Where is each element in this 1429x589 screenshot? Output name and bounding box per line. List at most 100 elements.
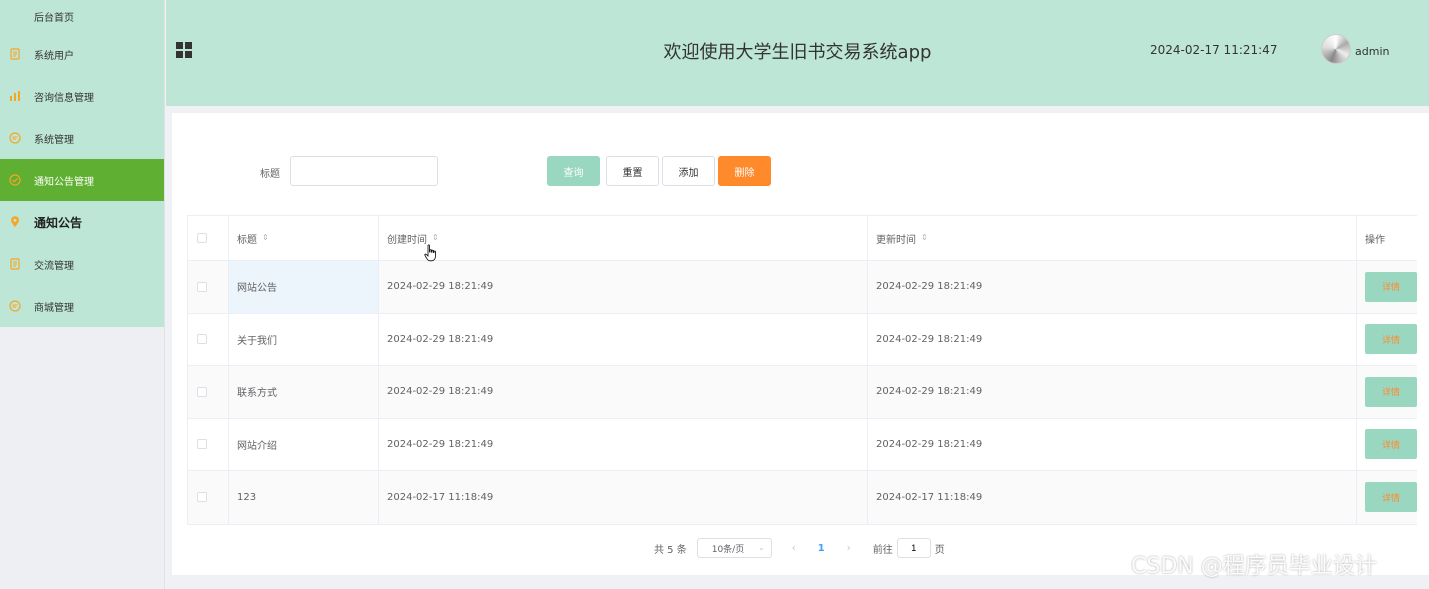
sidebar-item-notice-manage[interactable]: 通知公告管理 bbox=[0, 159, 164, 201]
page-number[interactable]: 1 bbox=[818, 543, 825, 554]
delete-button[interactable]: 删除 bbox=[718, 156, 771, 186]
row-checkbox[interactable] bbox=[197, 281, 207, 292]
table-row: 网站介绍 2024-02-29 18:21:49 2024-02-29 18:2… bbox=[188, 418, 1418, 471]
page-size-value: 10条/页 bbox=[711, 544, 745, 555]
row-operation: 详情 bbox=[1357, 366, 1418, 418]
column-header-label: 更新时间 bbox=[876, 234, 916, 246]
sidebar-item-mall-manage[interactable]: 商城管理 bbox=[0, 285, 164, 327]
row-operation: 详情 bbox=[1357, 419, 1418, 471]
row-updated: 2024-02-29 18:21:49 bbox=[868, 418, 1357, 470]
sidebar-item-label: 交流管理 bbox=[34, 260, 74, 272]
sidebar-item-label: 系统管理 bbox=[34, 134, 74, 146]
detail-button[interactable]: 详情 bbox=[1365, 429, 1417, 460]
detail-button[interactable]: 详情 bbox=[1365, 271, 1417, 302]
sidebar-item-notice[interactable]: 通知公告 bbox=[0, 201, 164, 243]
select-all-checkbox[interactable] bbox=[197, 233, 207, 243]
page-title-text: 欢迎使用大学生旧书交易系统app bbox=[663, 42, 932, 63]
header-checkbox-cell bbox=[188, 216, 229, 260]
row-operation: 详情 bbox=[1357, 314, 1418, 366]
row-checkbox-cell bbox=[188, 418, 229, 470]
row-title: 网站介绍 bbox=[229, 418, 379, 470]
sidebar-item-label: 咨询信息管理 bbox=[34, 92, 94, 104]
bar-chart-icon bbox=[10, 91, 20, 101]
reset-button[interactable]: 重置 bbox=[606, 156, 659, 186]
column-header-created[interactable]: 创建时间 ⇕ bbox=[379, 216, 868, 260]
location-pin-icon bbox=[11, 216, 19, 227]
sidebar-menu: 后台首页 系统用户 咨询信息管理 系统管理 通知公告管理 通知公告 交流管理 商… bbox=[0, 0, 164, 327]
row-updated: 2024-02-29 18:21:49 bbox=[868, 261, 1357, 313]
row-checkbox-cell bbox=[188, 313, 229, 365]
hand-cursor-icon bbox=[424, 244, 436, 262]
table-row: 关于我们 2024-02-29 18:21:49 2024-02-29 18:2… bbox=[188, 313, 1418, 366]
sidebar-item-home[interactable]: 后台首页 bbox=[0, 0, 164, 33]
row-updated: 2024-02-29 18:21:49 bbox=[868, 366, 1357, 418]
column-header-updated[interactable]: 更新时间 ⇕ bbox=[868, 216, 1357, 260]
page-size-select[interactable]: 10条/页 ⌄ bbox=[696, 538, 772, 558]
table-row: 网站公告 2024-02-29 18:21:49 2024-02-29 18:2… bbox=[188, 261, 1417, 314]
row-checkbox[interactable] bbox=[197, 439, 207, 450]
chat-bubble-icon bbox=[9, 132, 21, 144]
row-created: 2024-02-29 18:21:49 bbox=[379, 366, 868, 418]
username[interactable]: admin bbox=[1355, 45, 1389, 58]
sort-icon[interactable]: ⇕ bbox=[432, 234, 439, 242]
document-icon bbox=[10, 258, 20, 270]
row-checkbox-cell bbox=[188, 471, 229, 524]
row-operation: 详情 bbox=[1357, 471, 1418, 524]
row-title: 关于我们 bbox=[229, 313, 379, 365]
column-header-title[interactable]: 标题 ⇕ bbox=[229, 216, 379, 260]
goto-label: 前往 bbox=[872, 544, 893, 556]
sidebar-item-system-manage[interactable]: 系统管理 bbox=[0, 117, 164, 159]
main-content: 标题 查询 重置 添加 删除 标题 ⇕ 创建时间 ⇕ 更新时间 ⇕ 操作 网站公告 2… bbox=[172, 113, 1429, 575]
row-created: 2024-02-17 11:18:49 bbox=[379, 471, 868, 524]
sidebar-item-exchange-manage[interactable]: 交流管理 bbox=[0, 243, 164, 285]
search-title-input[interactable] bbox=[290, 156, 438, 186]
chat-bubble-icon bbox=[9, 300, 21, 312]
search-title-label: 标题 bbox=[260, 169, 280, 180]
row-checkbox-cell bbox=[188, 261, 229, 313]
sidebar-item-label: 通知公告管理 bbox=[34, 176, 94, 188]
table-row: 123 2024-02-17 11:18:49 2024-02-17 11:18… bbox=[188, 471, 1417, 524]
table-header-row: 标题 ⇕ 创建时间 ⇕ 更新时间 ⇕ 操作 bbox=[188, 216, 1417, 261]
next-page-icon[interactable]: › bbox=[847, 543, 851, 554]
add-button[interactable]: 添加 bbox=[662, 156, 715, 186]
row-created: 2024-02-29 18:21:49 bbox=[379, 261, 868, 313]
row-checkbox-cell bbox=[188, 366, 229, 418]
column-header-label: 操作 bbox=[1365, 234, 1385, 246]
avatar[interactable] bbox=[1321, 34, 1351, 64]
pagination-total: 共 5 条 bbox=[654, 544, 687, 556]
table-row: 联系方式 2024-02-29 18:21:49 2024-02-29 18:2… bbox=[188, 366, 1417, 419]
query-button[interactable]: 查询 bbox=[547, 156, 600, 186]
grid-menu-icon[interactable] bbox=[176, 42, 192, 58]
sidebar: 后台首页 系统用户 咨询信息管理 系统管理 通知公告管理 通知公告 交流管理 商… bbox=[0, 0, 165, 589]
check-circle-icon bbox=[9, 174, 21, 186]
sidebar-item-label: 商城管理 bbox=[34, 302, 74, 314]
row-created: 2024-02-29 18:21:49 bbox=[379, 313, 868, 365]
row-updated: 2024-02-29 18:21:49 bbox=[868, 313, 1357, 365]
sidebar-item-label: 系统用户 bbox=[34, 50, 74, 62]
pagination: 共 5 条 10条/页 ⌄ ‹ 1 › 前往 页 bbox=[654, 538, 945, 558]
row-operation: 详情 bbox=[1357, 261, 1418, 313]
goto-page-input[interactable] bbox=[896, 538, 931, 558]
row-created: 2024-02-29 18:21:49 bbox=[379, 418, 868, 470]
row-checkbox[interactable] bbox=[197, 334, 207, 345]
chevron-down-icon: ⌄ bbox=[758, 543, 765, 552]
column-header-operation: 操作 bbox=[1357, 216, 1418, 260]
prev-page-icon[interactable]: ‹ bbox=[792, 543, 796, 554]
detail-button[interactable]: 详情 bbox=[1365, 324, 1417, 355]
detail-button[interactable]: 详情 bbox=[1365, 482, 1417, 513]
sort-icon[interactable]: ⇕ bbox=[921, 234, 928, 242]
sidebar-item-label: 后台首页 bbox=[34, 13, 74, 24]
row-checkbox[interactable] bbox=[197, 386, 207, 397]
detail-button[interactable]: 详情 bbox=[1365, 376, 1417, 407]
row-updated: 2024-02-17 11:18:49 bbox=[868, 471, 1357, 524]
column-header-label: 创建时间 bbox=[387, 234, 427, 246]
sort-icon[interactable]: ⇕ bbox=[262, 234, 269, 242]
sidebar-item-consult-info[interactable]: 咨询信息管理 bbox=[0, 75, 164, 117]
row-checkbox[interactable] bbox=[197, 492, 207, 503]
notice-table: 标题 ⇕ 创建时间 ⇕ 更新时间 ⇕ 操作 网站公告 2024-02-29 18:21… bbox=[187, 215, 1417, 525]
sidebar-item-system-users[interactable]: 系统用户 bbox=[0, 33, 164, 75]
row-title: 联系方式 bbox=[229, 366, 379, 418]
watermark: CSDN @程序员毕业设计 bbox=[1131, 554, 1377, 579]
column-header-label: 标题 bbox=[237, 234, 257, 246]
row-title: 123 bbox=[229, 471, 379, 524]
